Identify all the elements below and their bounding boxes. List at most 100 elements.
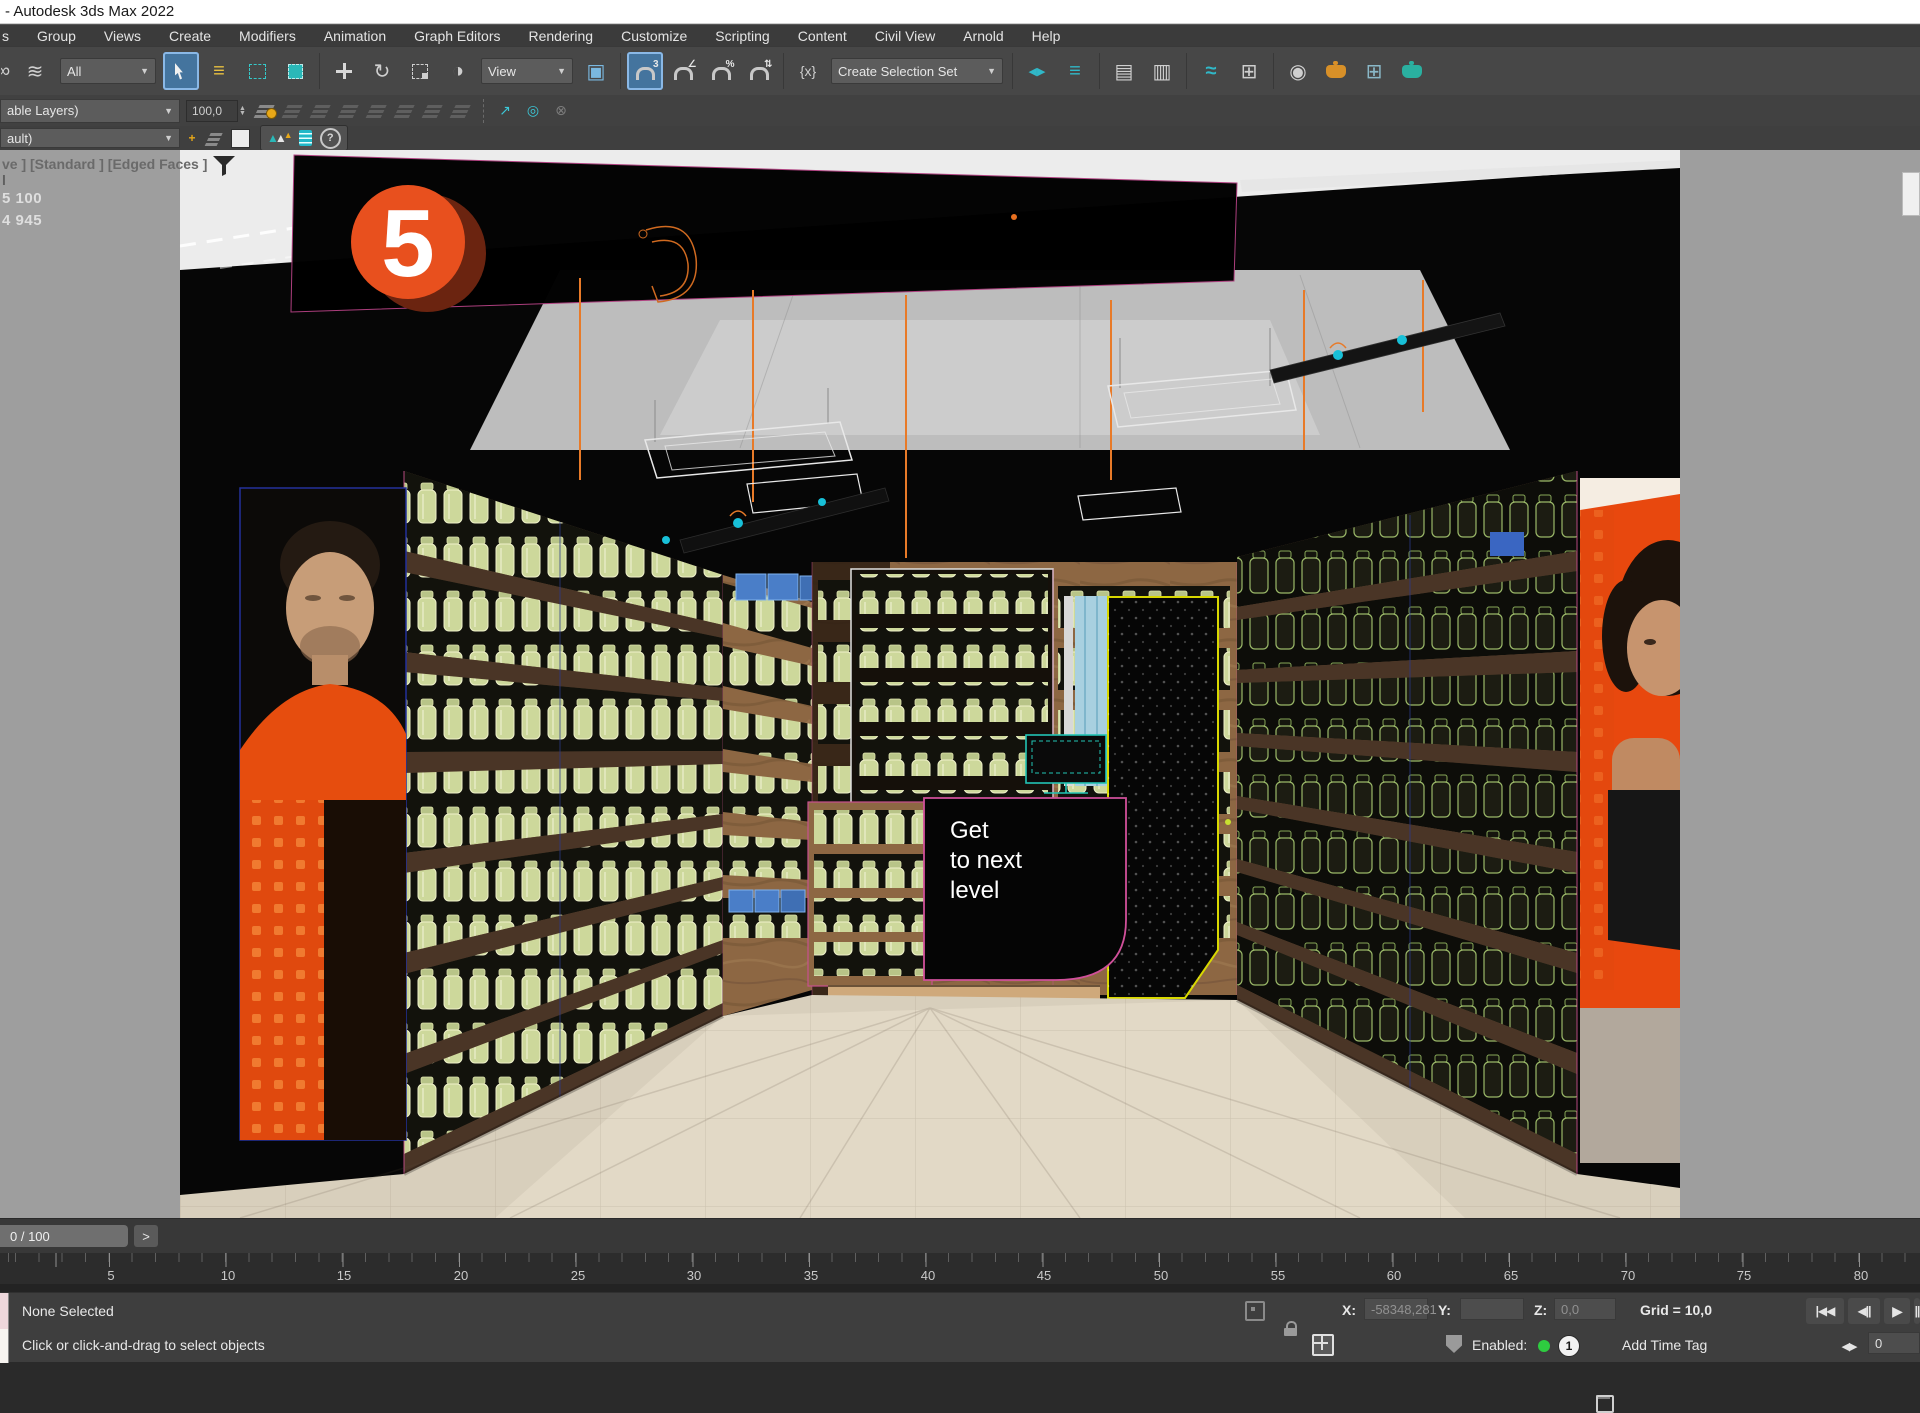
menu-group[interactable]: Group	[23, 25, 90, 47]
paste-position-button[interactable]: ↗	[492, 99, 518, 123]
add-selected-to-layer-button[interactable]: +	[181, 128, 203, 148]
select-cursor-icon	[175, 63, 188, 80]
help-icon[interactable]: ?	[320, 128, 341, 149]
viewcube-partial[interactable]	[1902, 172, 1920, 216]
z-coordinate-field[interactable]: 0,0	[1554, 1298, 1616, 1320]
select-and-scale-button[interactable]	[402, 52, 438, 90]
window-crossing-toggle[interactable]	[277, 52, 313, 90]
add-selection-to-layer-button[interactable]	[338, 99, 364, 123]
x-coordinate-field[interactable]: -58348,281	[1364, 1298, 1428, 1320]
align-button[interactable]: ≡	[1057, 52, 1093, 90]
manage-layers-button[interactable]	[254, 99, 280, 123]
timeline-label: 15	[330, 1268, 358, 1283]
set-current-layer-button[interactable]	[394, 99, 420, 123]
viewport-label[interactable]: ve ] [Standard ] [Edged Faces ]	[2, 156, 207, 172]
go-to-start-button[interactable]: |◀◀	[1806, 1298, 1844, 1324]
select-and-manipulate-button[interactable]: ◑	[440, 52, 476, 90]
menu-customize[interactable]: Customize	[607, 25, 701, 47]
isolate-selection-icon[interactable]	[1245, 1301, 1265, 1321]
selection-status: None Selected	[22, 1303, 114, 1319]
add-time-tag[interactable]: Add Time Tag	[1622, 1337, 1707, 1353]
menu-arnold[interactable]: Arnold	[949, 25, 1017, 47]
select-objects-in-layer-button[interactable]	[366, 99, 392, 123]
timeline-label: 35	[797, 1268, 825, 1283]
play-button[interactable]: ▶	[1884, 1298, 1910, 1324]
curve-editor-button[interactable]: ≈	[1193, 52, 1229, 90]
reference-coordinate-dropdown[interactable]: View▼	[481, 58, 573, 84]
snaps-toggle-button[interactable]: 3	[627, 52, 663, 90]
select-and-link-icon[interactable]: ∞	[1, 52, 15, 90]
timeline-ruler[interactable]: 5 10 15 20 25 30 35 40 45 50 55 60 65 70…	[0, 1253, 1920, 1292]
menu-rendering[interactable]: Rendering	[514, 25, 607, 47]
perspective-viewport[interactable]: 5	[180, 150, 1680, 1218]
hide-layer-button[interactable]	[422, 99, 448, 123]
key-mode-toggle[interactable]: ◀▶	[1834, 1333, 1864, 1359]
mirror-button[interactable]: ◀▶	[1019, 52, 1055, 90]
edit-named-selection-sets-button[interactable]: {x}	[790, 52, 826, 90]
timeline-label: 5	[97, 1268, 125, 1283]
layer-list-dropdown[interactable]: able Layers)▼	[0, 99, 180, 123]
time-slider[interactable]: 0 / 100	[0, 1225, 128, 1247]
rectangular-selection-region-button[interactable]	[239, 52, 275, 90]
spinner-snap-toggle[interactable]: ⇅	[741, 52, 777, 90]
layers-toolbar: able Layers)▼ 100,0 ▲▼ ↗ ◎ ⊗	[0, 95, 1920, 126]
menu-civil-view[interactable]: Civil View	[861, 25, 949, 47]
absolute-mode-icon[interactable]	[1312, 1334, 1334, 1356]
percent-snap-toggle[interactable]: %	[703, 52, 739, 90]
menu-tools-partial[interactable]: s	[0, 25, 23, 47]
preset-toolbar: ault)▼ + ▲ ▲ ▲ ?	[0, 126, 1920, 150]
menu-bar: s Group Views Create Modifiers Animation…	[0, 24, 1920, 46]
render-production-button[interactable]	[1394, 52, 1430, 90]
delete-layer-button[interactable]	[310, 99, 336, 123]
filter-funnel-icon[interactable]	[212, 155, 236, 177]
menu-scripting[interactable]: Scripting	[701, 25, 783, 47]
pivot-target-button[interactable]: ◎	[520, 99, 546, 123]
color-swatch[interactable]	[229, 128, 251, 148]
spinner-arrows[interactable]: ▲▼	[239, 100, 246, 122]
populate-trees-icon[interactable]: ▲	[284, 131, 293, 140]
preset-dropdown[interactable]: ault)▼	[0, 128, 180, 148]
enabled-count-badge[interactable]: 1	[1558, 1335, 1580, 1357]
selection-lock-icon[interactable]	[1284, 1321, 1297, 1336]
bind-to-space-warp-icon[interactable]: ≋	[17, 52, 53, 90]
current-frame-field[interactable]: 0	[1868, 1332, 1920, 1354]
create-new-layer-button[interactable]	[282, 99, 308, 123]
angle-snap-toggle[interactable]: ∠	[665, 52, 701, 90]
maxscript-mini-listener[interactable]	[0, 1293, 9, 1363]
menu-animation[interactable]: Animation	[310, 25, 400, 47]
menu-help[interactable]: Help	[1018, 25, 1075, 47]
rendered-frame-window-button[interactable]: ⊞	[1356, 52, 1392, 90]
menu-graph-editors[interactable]: Graph Editors	[400, 25, 514, 47]
named-selection-set-dropdown[interactable]: Create Selection Set▼	[831, 58, 1003, 84]
menu-content[interactable]: Content	[784, 25, 861, 47]
select-and-rotate-button[interactable]: ↻	[364, 52, 400, 90]
next-frame-button[interactable]: ||	[1914, 1298, 1920, 1324]
toggle-scene-explorer-button[interactable]: ▤	[1106, 52, 1142, 90]
chevron-down-icon: ▼	[557, 66, 566, 76]
right-viewport-partial[interactable]	[1680, 150, 1920, 1218]
material-editor-button[interactable]: ◉	[1280, 52, 1316, 90]
next-frame-step-button[interactable]: >	[134, 1225, 158, 1247]
render-setup-button[interactable]	[1318, 52, 1354, 90]
layer-stack-button[interactable]	[205, 128, 227, 148]
status-bar: None Selected Click or click-and-drag to…	[0, 1292, 1920, 1362]
select-and-move-button[interactable]	[326, 52, 362, 90]
isolate-spheres-button[interactable]: ⊗	[548, 99, 574, 123]
select-by-name-button[interactable]: ≡	[201, 52, 237, 90]
freeze-layer-button[interactable]	[450, 99, 476, 123]
schematic-view-button[interactable]: ⊞	[1231, 52, 1267, 90]
left-viewport-partial[interactable]	[0, 150, 180, 1218]
chevron-down-icon: ▼	[140, 66, 149, 76]
menu-views[interactable]: Views	[90, 25, 155, 47]
menu-create[interactable]: Create	[155, 25, 225, 47]
y-coordinate-field[interactable]	[1460, 1298, 1524, 1320]
document-icon[interactable]	[299, 130, 312, 146]
previous-frame-button[interactable]: ◀||	[1848, 1298, 1880, 1324]
selection-filter-dropdown[interactable]: All▼	[60, 58, 156, 84]
toggle-layer-explorer-button[interactable]: ▥	[1144, 52, 1180, 90]
use-pivot-point-center-button[interactable]: ▣	[578, 52, 614, 90]
select-object-button[interactable]	[163, 52, 199, 90]
adaptive-degradation-shield-icon[interactable]	[1446, 1335, 1462, 1353]
menu-modifiers[interactable]: Modifiers	[225, 25, 310, 47]
layer-opacity-field[interactable]: 100,0	[186, 100, 238, 122]
